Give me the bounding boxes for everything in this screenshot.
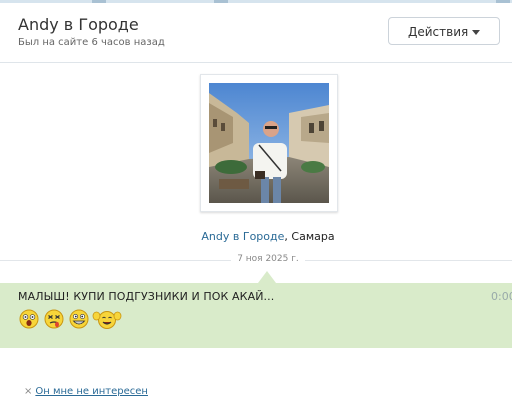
last-seen-status: Был на сайте 6 часов назад — [18, 37, 165, 48]
profile-photo[interactable] — [200, 74, 338, 212]
profile-location: Andy в Городе, Самара — [0, 230, 512, 243]
avatar — [209, 83, 329, 203]
message-date: 7 ноя 2025 г. — [0, 254, 512, 264]
actions-label: Действия — [408, 25, 469, 39]
chat-header: Andy в Городе Был на сайте 6 часов назад… — [0, 3, 512, 63]
bubble-tail — [258, 271, 276, 283]
not-interested-link[interactable]: × Он мне не интересен — [24, 386, 148, 397]
message-date-label: 7 ноя 2025 г. — [231, 254, 305, 264]
contact-name[interactable]: Andy в Городе — [18, 15, 139, 34]
profile-city: , Самара — [284, 230, 335, 243]
close-icon: × — [24, 386, 33, 397]
actions-dropdown-button[interactable]: Действия — [388, 17, 500, 45]
dizzy-smiley-icon — [44, 309, 64, 329]
chevron-down-icon — [472, 30, 480, 35]
grin-smiley-icon — [69, 309, 89, 329]
profile-name-link[interactable]: Andy в Городе — [201, 230, 284, 243]
scared-smiley-icon — [19, 309, 39, 329]
clapping-smiley-icon — [92, 311, 122, 329]
message-text: МАЛЫШ! КУПИ ПОДГУЗНИКИ И ПОК АКАЙ... — [18, 290, 275, 303]
not-interested-label: Он мне не интересен — [35, 386, 148, 397]
message-time: 0:00 — [491, 290, 512, 303]
